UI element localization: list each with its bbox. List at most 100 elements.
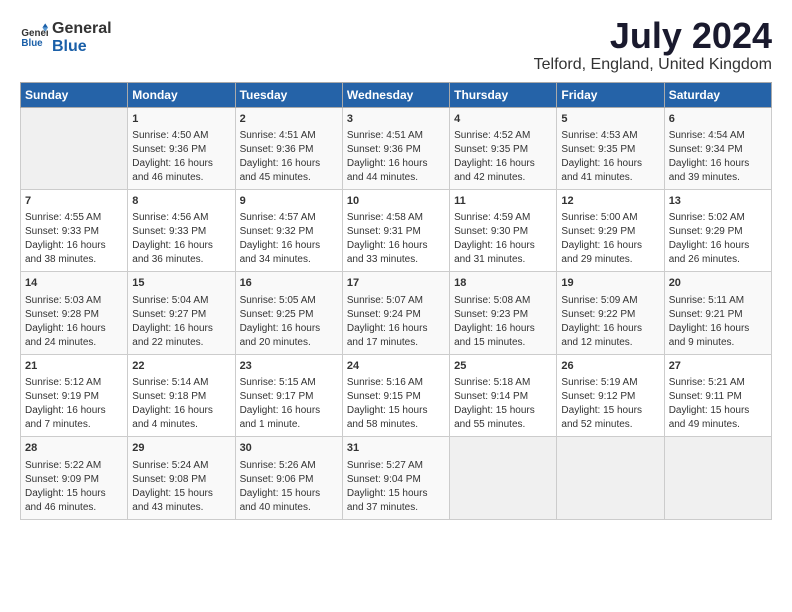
day-number: 10 [347, 194, 445, 209]
table-row [664, 437, 771, 519]
cell-content-line: Sunrise: 5:18 AM [454, 376, 552, 390]
header-row: Sunday Monday Tuesday Wednesday Thursday… [21, 82, 772, 107]
cell-content-line: Daylight: 16 hours [25, 239, 123, 253]
day-number: 23 [240, 359, 338, 374]
table-row: 14Sunrise: 5:03 AMSunset: 9:28 PMDayligh… [21, 272, 128, 354]
day-number: 6 [669, 112, 767, 127]
table-row: 31Sunrise: 5:27 AMSunset: 9:04 PMDayligh… [342, 437, 449, 519]
table-row: 27Sunrise: 5:21 AMSunset: 9:11 PMDayligh… [664, 354, 771, 436]
cell-content-line: Sunrise: 5:00 AM [561, 211, 659, 225]
cell-content-line: and 52 minutes. [561, 418, 659, 432]
cell-content-line: Sunset: 9:36 PM [347, 143, 445, 157]
cell-content-line: Sunrise: 4:57 AM [240, 211, 338, 225]
table-row: 22Sunrise: 5:14 AMSunset: 9:18 PMDayligh… [128, 354, 235, 436]
cell-content-line: Sunrise: 5:16 AM [347, 376, 445, 390]
cell-content-line: Sunset: 9:24 PM [347, 308, 445, 322]
cell-content-line: Sunrise: 5:04 AM [132, 294, 230, 308]
cell-content-line: Sunset: 9:30 PM [454, 225, 552, 239]
table-row: 17Sunrise: 5:07 AMSunset: 9:24 PMDayligh… [342, 272, 449, 354]
calendar-table: Sunday Monday Tuesday Wednesday Thursday… [20, 82, 772, 520]
logo-blue-text: Blue [52, 38, 112, 56]
cell-content-line: and 39 minutes. [669, 171, 767, 185]
table-row: 28Sunrise: 5:22 AMSunset: 9:09 PMDayligh… [21, 437, 128, 519]
cell-content-line: Sunrise: 5:12 AM [25, 376, 123, 390]
cell-content-line: and 24 minutes. [25, 336, 123, 350]
table-row [450, 437, 557, 519]
cell-content-line: Daylight: 16 hours [669, 157, 767, 171]
cell-content-line: Sunset: 9:15 PM [347, 390, 445, 404]
cell-content-line: and 43 minutes. [132, 501, 230, 515]
day-number: 20 [669, 276, 767, 291]
cell-content-line: and 17 minutes. [347, 336, 445, 350]
cell-content-line: Sunrise: 5:22 AM [25, 459, 123, 473]
day-number: 29 [132, 441, 230, 456]
day-number: 7 [25, 194, 123, 209]
cell-content-line: and 20 minutes. [240, 336, 338, 350]
day-number: 5 [561, 112, 659, 127]
table-row: 9Sunrise: 4:57 AMSunset: 9:32 PMDaylight… [235, 189, 342, 271]
table-row: 23Sunrise: 5:15 AMSunset: 9:17 PMDayligh… [235, 354, 342, 436]
cell-content-line: Sunrise: 4:50 AM [132, 129, 230, 143]
cell-content-line: Sunset: 9:25 PM [240, 308, 338, 322]
table-row: 16Sunrise: 5:05 AMSunset: 9:25 PMDayligh… [235, 272, 342, 354]
table-row: 8Sunrise: 4:56 AMSunset: 9:33 PMDaylight… [128, 189, 235, 271]
cell-content-line: Sunrise: 5:02 AM [669, 211, 767, 225]
cell-content-line: and 38 minutes. [25, 253, 123, 267]
table-row: 26Sunrise: 5:19 AMSunset: 9:12 PMDayligh… [557, 354, 664, 436]
table-row: 6Sunrise: 4:54 AMSunset: 9:34 PMDaylight… [664, 107, 771, 189]
cell-content-line: and 44 minutes. [347, 171, 445, 185]
col-wednesday: Wednesday [342, 82, 449, 107]
page: General Blue General Blue July 2024 Telf… [0, 0, 792, 530]
cell-content-line: Sunset: 9:08 PM [132, 473, 230, 487]
day-number: 30 [240, 441, 338, 456]
title-area: July 2024 Telford, England, United Kingd… [534, 16, 772, 74]
cell-content-line: Daylight: 15 hours [669, 404, 767, 418]
svg-text:Blue: Blue [21, 37, 43, 48]
header: General Blue General Blue July 2024 Telf… [20, 16, 772, 74]
cell-content-line: Daylight: 15 hours [132, 487, 230, 501]
cell-content-line: Sunset: 9:32 PM [240, 225, 338, 239]
cell-content-line: Sunset: 9:22 PM [561, 308, 659, 322]
day-number: 11 [454, 194, 552, 209]
col-tuesday: Tuesday [235, 82, 342, 107]
cell-content-line: Sunset: 9:31 PM [347, 225, 445, 239]
cell-content-line: Daylight: 16 hours [347, 157, 445, 171]
col-saturday: Saturday [664, 82, 771, 107]
cell-content-line: Daylight: 16 hours [454, 157, 552, 171]
day-number: 14 [25, 276, 123, 291]
cell-content-line: Sunrise: 4:53 AM [561, 129, 659, 143]
cell-content-line: Daylight: 16 hours [347, 239, 445, 253]
col-friday: Friday [557, 82, 664, 107]
logo: General Blue General Blue [20, 16, 112, 55]
cell-content-line: Sunset: 9:06 PM [240, 473, 338, 487]
logo-general-text: General [52, 20, 112, 38]
cell-content-line: Sunset: 9:09 PM [25, 473, 123, 487]
cell-content-line: Sunrise: 4:51 AM [347, 129, 445, 143]
cell-content-line: Sunset: 9:19 PM [25, 390, 123, 404]
table-row: 7Sunrise: 4:55 AMSunset: 9:33 PMDaylight… [21, 189, 128, 271]
day-number: 1 [132, 112, 230, 127]
day-number: 25 [454, 359, 552, 374]
table-row: 12Sunrise: 5:00 AMSunset: 9:29 PMDayligh… [557, 189, 664, 271]
cell-content-line: Sunset: 9:36 PM [132, 143, 230, 157]
cell-content-line: and 46 minutes. [132, 171, 230, 185]
cell-content-line: and 29 minutes. [561, 253, 659, 267]
table-row: 11Sunrise: 4:59 AMSunset: 9:30 PMDayligh… [450, 189, 557, 271]
cell-content-line: Sunset: 9:17 PM [240, 390, 338, 404]
cell-content-line: and 46 minutes. [25, 501, 123, 515]
day-number: 27 [669, 359, 767, 374]
day-number: 18 [454, 276, 552, 291]
cell-content-line: Daylight: 16 hours [561, 239, 659, 253]
cell-content-line: Daylight: 16 hours [561, 322, 659, 336]
table-row: 3Sunrise: 4:51 AMSunset: 9:36 PMDaylight… [342, 107, 449, 189]
cell-content-line: Sunrise: 5:11 AM [669, 294, 767, 308]
cell-content-line: Sunrise: 4:56 AM [132, 211, 230, 225]
table-row [21, 107, 128, 189]
cell-content-line: Sunrise: 4:59 AM [454, 211, 552, 225]
cell-content-line: Sunrise: 5:07 AM [347, 294, 445, 308]
cell-content-line: Sunrise: 5:08 AM [454, 294, 552, 308]
cell-content-line: and 33 minutes. [347, 253, 445, 267]
cell-content-line: Daylight: 16 hours [669, 322, 767, 336]
cell-content-line: and 41 minutes. [561, 171, 659, 185]
cell-content-line: Daylight: 15 hours [347, 404, 445, 418]
